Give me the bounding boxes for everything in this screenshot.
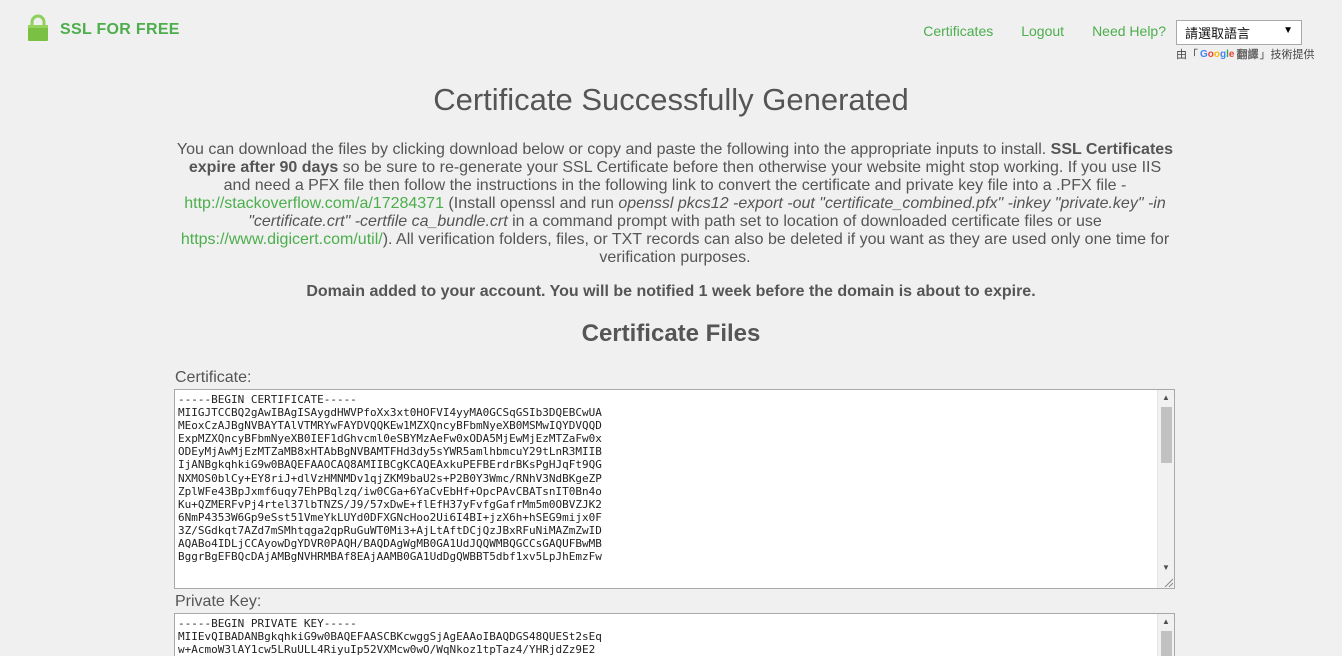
certificate-textarea[interactable]: -----BEGIN CERTIFICATE----- MIIGJTCCBQ2g… [174, 389, 1175, 589]
intro-part: You can download the files by clicking d… [176, 141, 1051, 158]
stackoverflow-link[interactable]: http://stackoverflow.com/a/17284371 [184, 195, 444, 212]
intro-text: You can download the files by clicking d… [175, 141, 1175, 267]
digicert-link[interactable]: https://www.digicert.com/util/ [181, 231, 383, 248]
google-translate-attribution: 由「 Google 翻譯 」技術提供 [1176, 46, 1314, 62]
dropdown-arrow-icon: ▼ [1283, 25, 1293, 36]
language-select[interactable]: 請選取語言 ▼ [1176, 20, 1302, 45]
intro-part: in a command prompt with path set to loc… [507, 213, 1102, 230]
page-title: Certificate Successfully Generated [433, 82, 909, 117]
private-key-textarea[interactable]: -----BEGIN PRIVATE KEY----- MIIEvQIBADAN… [174, 613, 1175, 656]
resize-grip-icon[interactable] [1163, 577, 1173, 587]
lock-icon [28, 14, 48, 41]
certificate-content: -----BEGIN CERTIFICATE----- MIIGJTCCBQ2g… [178, 393, 602, 564]
powered-translate: 翻譯 [1236, 49, 1259, 61]
powered-prefix: 由「 [1176, 49, 1198, 61]
nav-logout[interactable]: Logout [1021, 23, 1064, 39]
certificate-scrollbar[interactable]: ▲ ▼ [1157, 390, 1174, 588]
language-select-value: 請選取語言 [1185, 26, 1251, 41]
domain-notice: Domain added to your account. You will b… [306, 283, 1036, 300]
powered-suffix: 」技術提供 [1259, 49, 1315, 61]
private-key-content: -----BEGIN PRIVATE KEY----- MIIEvQIBADAN… [178, 617, 602, 656]
private-key-scrollbar[interactable]: ▲ [1157, 614, 1174, 656]
intro-part: ). All verification folders, files, or T… [382, 231, 1170, 266]
scroll-down-icon[interactable]: ▼ [1158, 560, 1174, 576]
scroll-up-icon[interactable]: ▲ [1158, 390, 1174, 406]
section-title: Certificate Files [581, 320, 761, 347]
nav-need-help[interactable]: Need Help? [1092, 23, 1166, 39]
certificate-label: Certificate: [175, 369, 252, 386]
google-logo-icon[interactable]: Google [1200, 49, 1234, 60]
top-nav: Certificates Logout Need Help? [895, 23, 1166, 39]
brand-name: SSL FOR FREE [60, 20, 180, 38]
intro-part: so be sure to re-generate your SSL Certi… [223, 159, 1162, 194]
scroll-thumb[interactable] [1161, 407, 1172, 463]
nav-certificates[interactable]: Certificates [923, 23, 993, 39]
brand-logo[interactable]: SSL FOR FREE [27, 14, 180, 42]
scroll-up-icon[interactable]: ▲ [1158, 614, 1174, 630]
scroll-thumb[interactable] [1161, 631, 1172, 656]
intro-part: (Install openssl and run [443, 195, 619, 212]
private-key-label: Private Key: [175, 593, 262, 610]
